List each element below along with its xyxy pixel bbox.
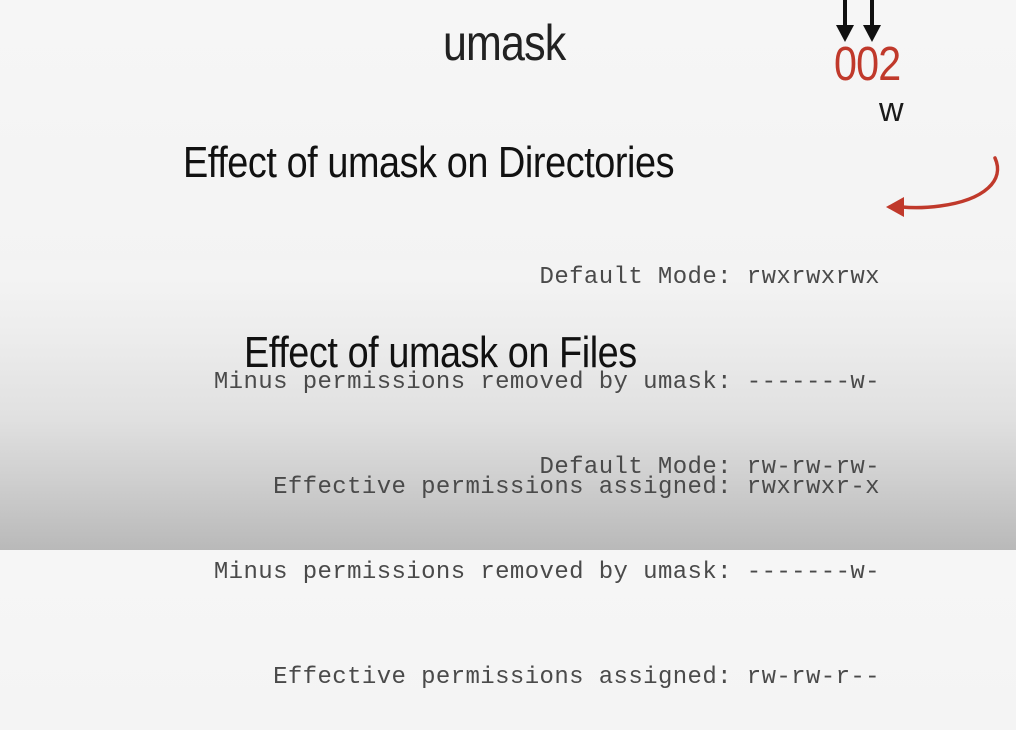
perm-value: rwxrwxrwx	[746, 264, 880, 291]
perm-label: Default Mode	[539, 454, 718, 481]
perm-row: Default Mode: rw-rw-rw-	[539, 454, 880, 481]
directories-heading: Effect of umask on Directories	[183, 138, 675, 187]
down-arrow-icon	[863, 0, 881, 42]
perm-label: Effective permissions assigned	[273, 664, 718, 691]
down-arrow-icon	[836, 0, 854, 42]
perm-row: Default Mode: rwxrwxrwx	[539, 264, 880, 291]
files-heading: Effect of umask on Files	[244, 328, 637, 377]
slide-title: umask	[443, 15, 566, 71]
perm-value: rw-rw-r--	[746, 664, 880, 691]
curved-arrow-icon	[886, 156, 1000, 217]
umask-value: 002	[834, 38, 901, 91]
perm-value: rw-rw-rw-	[746, 454, 880, 481]
perm-label: Minus permissions removed by umask	[213, 559, 718, 586]
perm-label: Default Mode	[539, 264, 718, 291]
perm-row: Effective permissions assigned: rw-rw-r-…	[273, 664, 880, 691]
perm-value: -------w-	[746, 559, 880, 586]
umask-bit-label: w	[879, 91, 904, 129]
files-permission-table: Default Mode: rw-rw-rw- Minus permission…	[214, 380, 880, 730]
perm-row: Minus permissions removed by umask: ----…	[213, 559, 880, 586]
